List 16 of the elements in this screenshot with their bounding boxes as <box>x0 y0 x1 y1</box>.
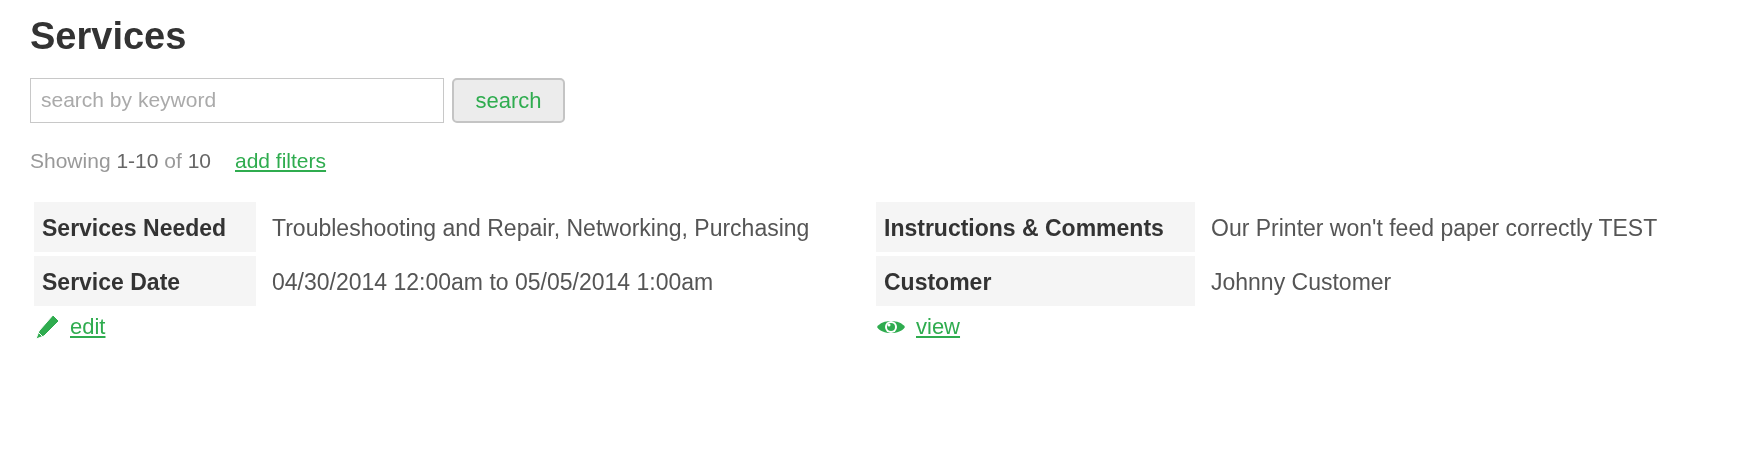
page-title: Services <box>30 14 188 59</box>
results-count: Showing 1-10 of 10 <box>30 147 211 174</box>
field-label: Instructions & Comments <box>876 202 1195 253</box>
field-value: 04/30/2014 12:00am to 05/05/2014 1:00am <box>271 268 715 298</box>
field-label: Customer <box>876 256 1195 307</box>
search-button[interactable]: search <box>452 77 565 123</box>
edit-link[interactable]: edit <box>70 310 106 344</box>
field-value: Our Printer won't feed paper correctly TEST <box>1210 214 1659 244</box>
field-value: Troubleshooting and Repair, Networking, Purchasing <box>271 214 811 244</box>
field-label: Services Needed <box>34 202 256 253</box>
search-field[interactable]: search by keyword <box>30 77 444 123</box>
add-filters-link[interactable]: add filters <box>235 144 327 177</box>
view-link[interactable]: view <box>916 310 960 344</box>
field-label: Service Date <box>34 256 256 307</box>
pencil-icon <box>34 313 60 340</box>
field-value: Johnny Customer <box>1210 268 1393 298</box>
